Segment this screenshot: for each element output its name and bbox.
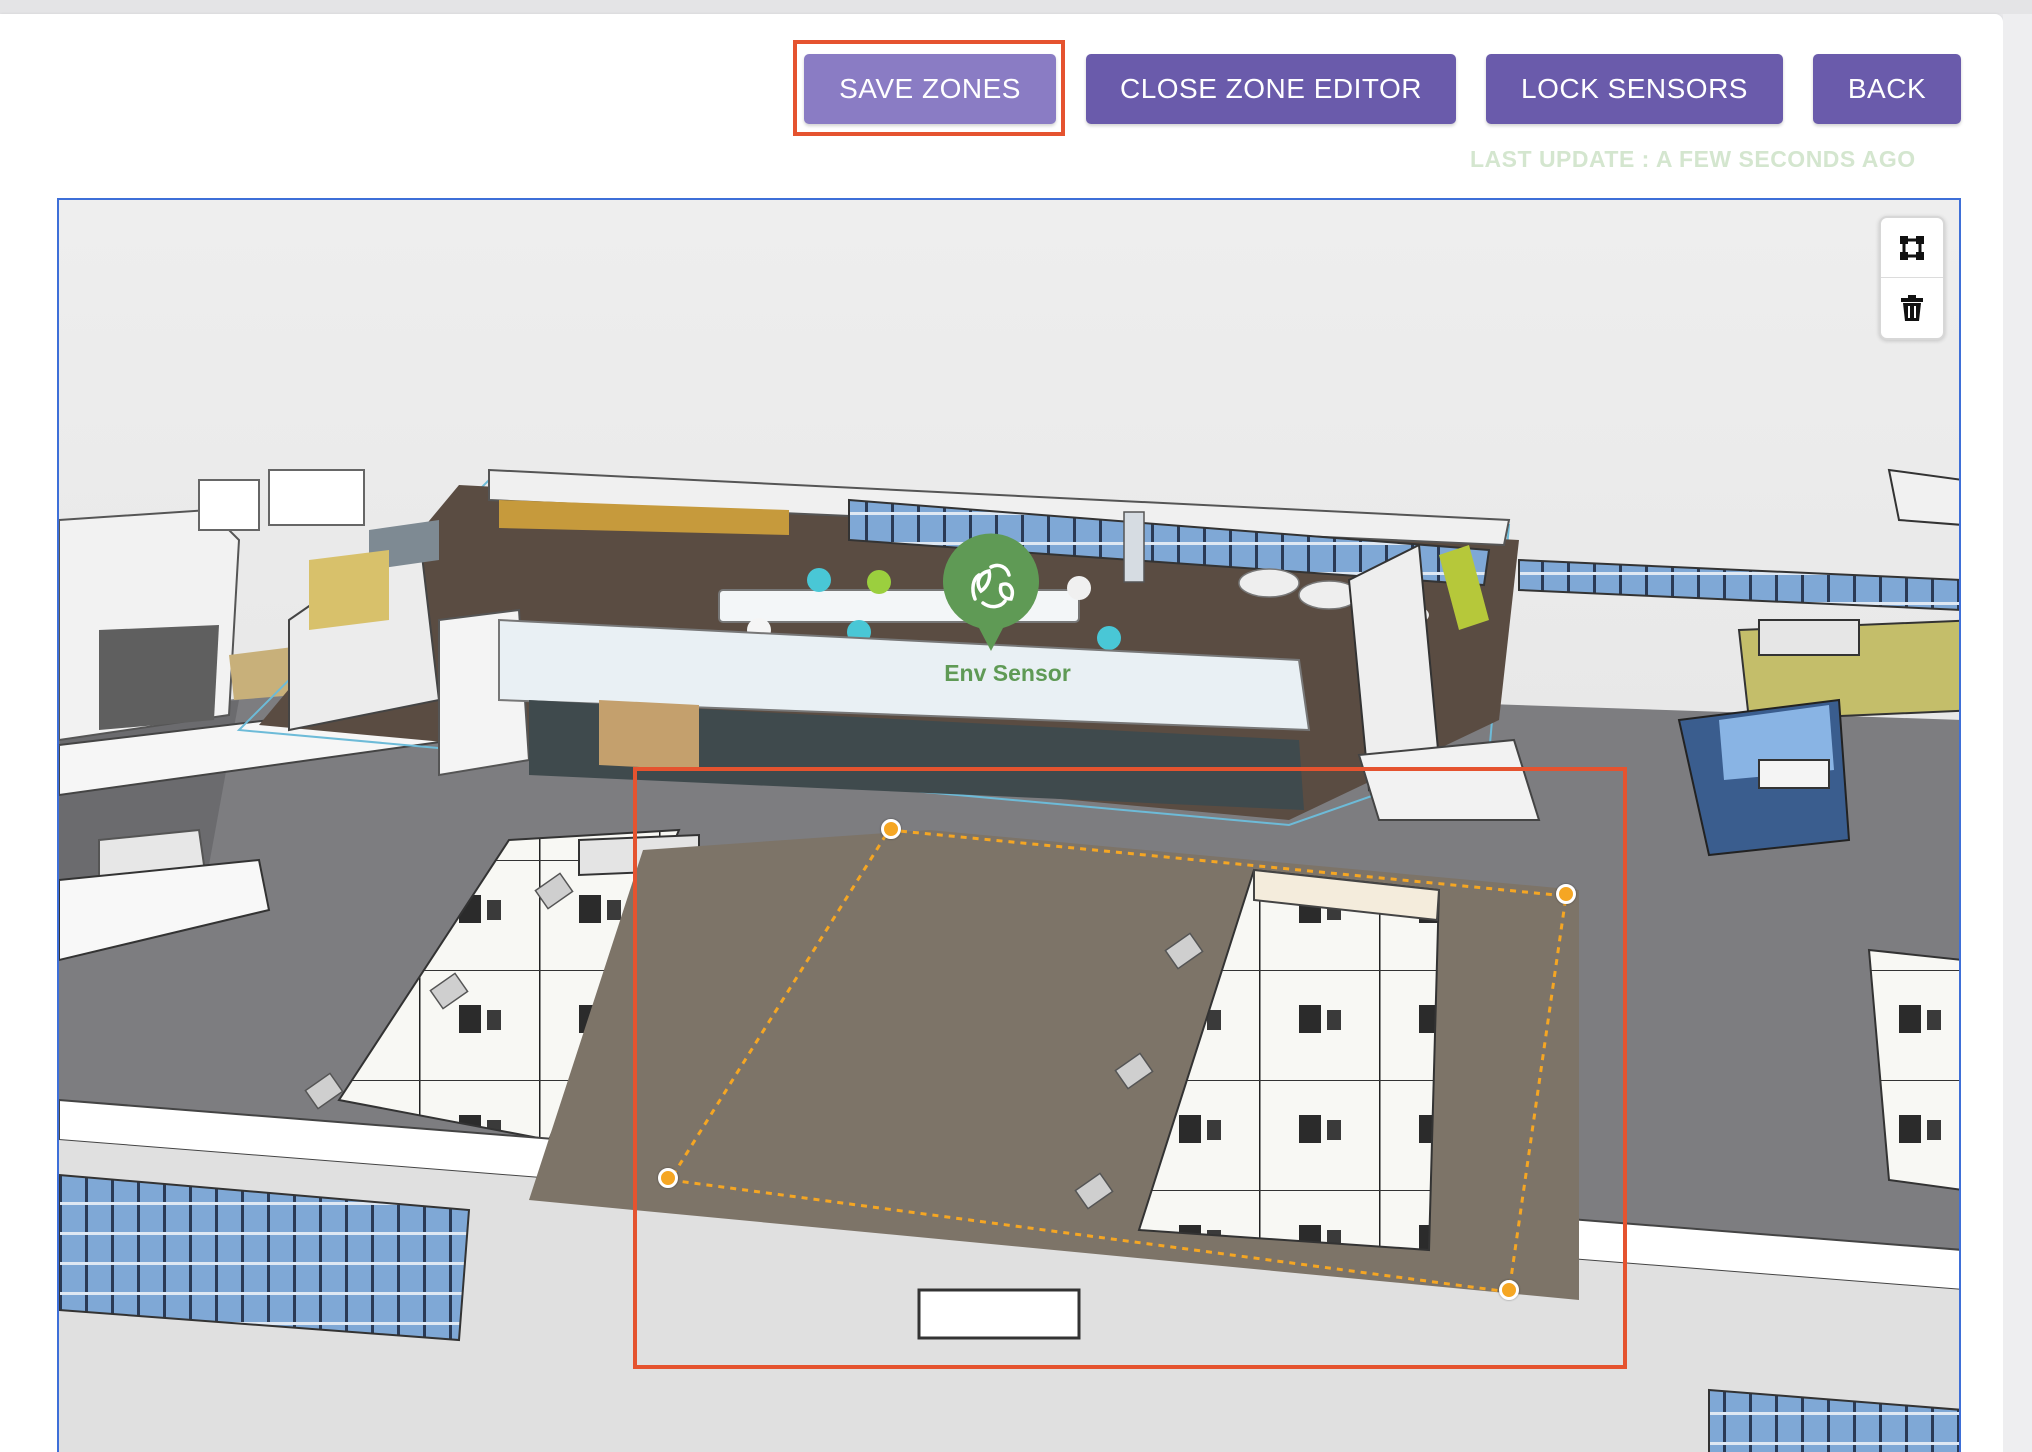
- floor-plan-viewport[interactable]: [57, 198, 1961, 1452]
- zone-vertex-handle[interactable]: [658, 1168, 678, 1188]
- lock-sensors-button[interactable]: LOCK SENSORS: [1486, 54, 1783, 124]
- top-strip: [0, 0, 2032, 14]
- page-scrollbar[interactable]: [2003, 14, 2032, 1452]
- back-button[interactable]: BACK: [1813, 54, 1961, 124]
- delete-zone-button[interactable]: [1881, 278, 1943, 337]
- draw-polygon-button[interactable]: [1881, 218, 1943, 278]
- trash-icon: [1901, 294, 1923, 321]
- zone-vertex-handle[interactable]: [1499, 1280, 1519, 1300]
- env-sensor-label: Env Sensor: [944, 660, 1071, 686]
- leaves-recycle-icon: [943, 533, 1039, 651]
- close-zone-editor-button[interactable]: CLOSE ZONE EDITOR: [1086, 54, 1456, 124]
- floor-plan-3d-scene: [59, 200, 1959, 1452]
- zone-vertex-handle[interactable]: [881, 819, 901, 839]
- map-draw-controls: [1879, 216, 1945, 340]
- last-update-status: LAST UPDATE : A FEW SECONDS AGO: [1470, 146, 1916, 172]
- zone-vertex-handle[interactable]: [1556, 884, 1576, 904]
- env-sensor-marker[interactable]: [941, 533, 1041, 653]
- save-zones-button[interactable]: SAVE ZONES: [804, 54, 1056, 124]
- polygon-draw-icon: [1900, 235, 1924, 260]
